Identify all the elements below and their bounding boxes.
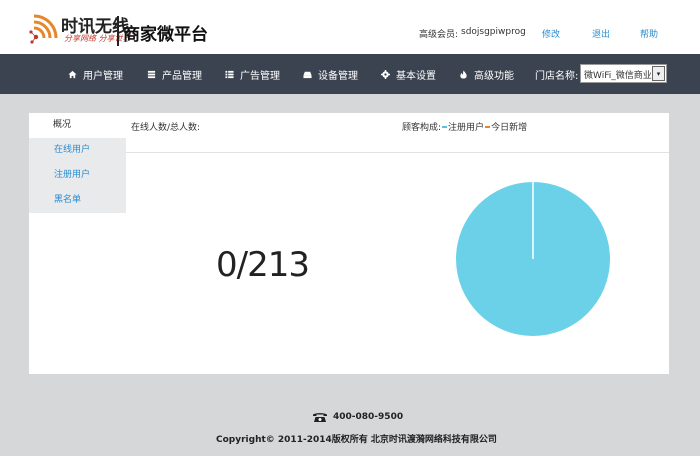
footer-phone: 400-080-9500 [312,411,403,423]
nav-item-device-management[interactable]: 设备管理 [303,67,358,82]
sidebar-item-registered-users[interactable]: 注册用户 [29,163,126,188]
nav-item-basic-settings[interactable]: 基本设置 [381,67,436,82]
wifi-logo-icon [29,14,58,44]
platform-title: 商家微平台 [123,25,208,45]
nav-label: 产品管理 [162,71,202,82]
nav-label: 用户管理 [83,71,123,82]
th-list-icon [225,70,234,79]
home-icon [68,70,77,79]
header: 时讯无线 分享网络 分享世界 商家微平台 高级会员: sdojsgpiwprog… [0,0,700,54]
main-nav: 用户管理 产品管理 广告管理 设备管理 基本设置 高级功能 门店名称: 微WiF… [0,54,700,94]
customer-composition-pie-chart [456,182,610,336]
sidebar-item-blacklist[interactable]: 黑名单 [29,188,126,213]
nav-item-product-management[interactable]: 产品管理 [147,67,202,82]
hdd-icon [303,71,312,79]
cog-icon [381,70,390,79]
store-select-value: 微WiFi_微信商业 [584,71,652,81]
fire-icon [460,70,467,79]
nav-label: 广告管理 [240,71,280,82]
logo-divider [117,16,119,46]
phone-icon [313,413,327,422]
nav-item-user-management[interactable]: 用户管理 [68,67,123,82]
nav-item-ad-management[interactable]: 广告管理 [225,67,280,82]
store-name-label: 门店名称: [535,71,579,82]
sidebar-item-online-users[interactable]: 在线用户 [29,138,126,163]
sidebar-submenu: 在线用户 注册用户 黑名单 [29,138,126,213]
nav-label: 高级功能 [474,71,514,82]
member-level-label: 高级会员: [419,30,459,40]
logout-link[interactable]: 退出 [592,27,610,40]
chevron-down-icon: ▾ [652,66,665,81]
nav-item-advanced-features[interactable]: 高级功能 [459,67,514,82]
legend-swatch-new-today [485,125,491,128]
sidebar-tabs: 概况 在线用户 注册用户 黑名单 [29,113,126,213]
legend-label-registered: 注册用户 [448,123,485,133]
chart-legend: 顾客构成: 注册用户 今日新增 [402,120,527,133]
online-total-value: 0/213 [216,245,310,285]
brand-slogan: 分享网络 分享世界 [64,34,131,43]
legend-swatch-registered [442,125,448,128]
logo[interactable]: 时讯无线 分享网络 分享世界 商家微平台 [28,10,213,50]
legend-title: 顾客构成: [402,123,442,133]
legend-label-new-today: 今日新增 [491,123,528,133]
overview-panel: 概况 在线用户 注册用户 黑名单 在线人数/总人数: 顾客构成: 注册用户 今日… [29,113,669,374]
edit-link[interactable]: 修改 [542,27,560,40]
tab-overview[interactable]: 概况 [29,113,126,138]
footer-copyright: Copyright© 2011-2014版权所有 北京时讯渡漪网络科技有限公司 [216,435,497,445]
divider [126,152,669,153]
online-total-label: 在线人数/总人数: [131,123,201,133]
member-username: sdojsgpiwprog [461,27,526,37]
store-select[interactable]: 微WiFi_微信商业 ▾ [580,64,667,83]
footer-phone-number: 400-080-9500 [333,412,404,422]
nav-label: 基本设置 [396,71,436,82]
nav-label: 设备管理 [318,71,358,82]
list-icon [147,70,156,79]
help-link[interactable]: 帮助 [640,27,658,40]
